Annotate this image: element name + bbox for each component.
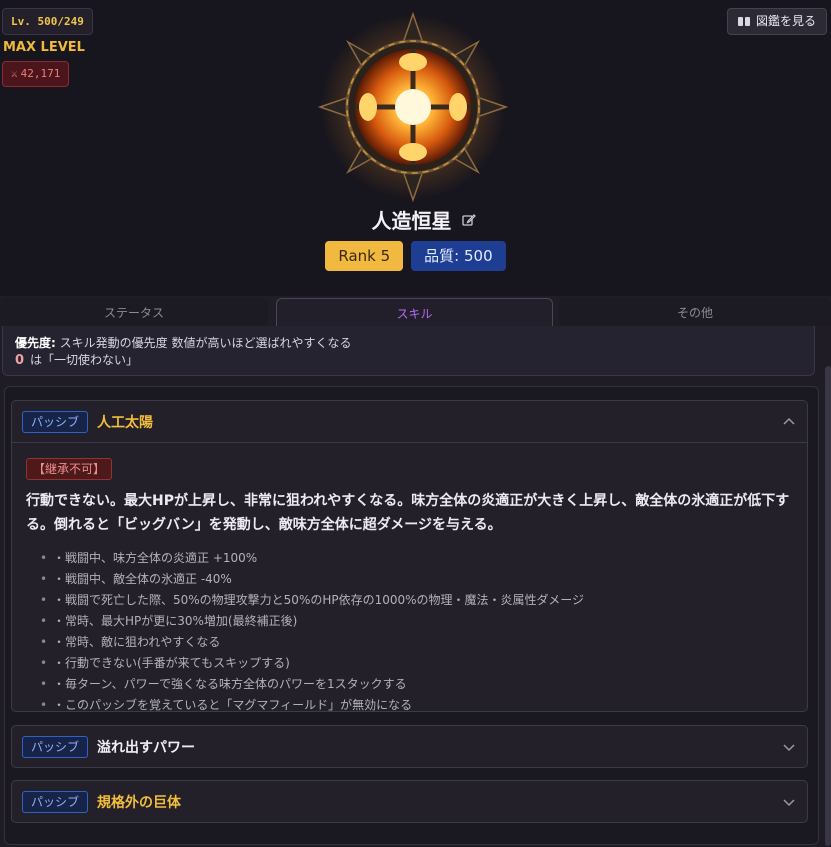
passive-tag: パッシブ <box>22 791 89 813</box>
skill-effect: ・毎ターン、パワーで強くなる味方全体のパワーを1スタックする <box>40 674 795 695</box>
skill-header[interactable]: パッシブ 人工太陽 <box>12 401 807 443</box>
tab-skill[interactable]: スキル <box>276 298 553 326</box>
skill-item-giant-body[interactable]: パッシブ 規格外の巨体 <box>11 780 808 823</box>
character-name: 人造恒星 <box>371 209 452 233</box>
skill-description: 行動できない。最大HPが上昇し、非常に狙われやすくなる。味方全体の炎適正が大きく… <box>26 493 790 533</box>
tab-status[interactable]: ステータス <box>0 298 268 326</box>
skill-header[interactable]: パッシブ 規格外の巨体 <box>12 781 807 823</box>
not-inheritable-tag: 【継承不可】 <box>26 458 113 480</box>
skill-tab-content: 優先度: スキル発動の優先度 数値が高いほど選ばれやすくなる 0 は「一切使わない… <box>0 326 831 847</box>
skill-name: 規格外の巨体 <box>97 795 182 811</box>
skill-body: 【継承不可】 行動できない。最大HPが上昇し、非常に狙われやすくなる。味方全体の… <box>12 443 807 716</box>
priority-zero: 0 <box>15 353 25 368</box>
skill-effect: ・戦闘中、敵全体の氷適正 -40% <box>40 569 795 590</box>
skill-item-artificial-sun: パッシブ 人工太陽 【継承不可】 行動できない。最大HPが上昇し、非常に狙われや… <box>11 400 808 716</box>
skill-effect: ・常時、敵に狙われやすくなる <box>40 632 795 653</box>
character-name-row: 人造恒星 <box>0 205 831 234</box>
skill-effect: ・このパッシブを覚えていると「マグマフィールド」が無効になる <box>40 695 795 716</box>
chevron-down-icon[interactable] <box>783 796 795 808</box>
rank-badge: Rank 5 <box>325 241 404 271</box>
skill-effect: ・行動できない(手番が来てもスキップする) <box>40 653 795 674</box>
chevron-down-icon[interactable] <box>783 741 795 753</box>
edit-icon[interactable] <box>461 213 476 227</box>
scrollbar[interactable] <box>825 326 831 847</box>
chevron-up-icon[interactable] <box>783 416 795 428</box>
priority-zero-text: は「一切使わない」 <box>30 353 139 367</box>
tab-other[interactable]: その他 <box>559 298 831 326</box>
book-icon <box>737 17 750 26</box>
priority-label: 優先度: <box>15 336 56 350</box>
tab-bar: ステータス スキル その他 <box>0 296 831 326</box>
skill-effects: ・戦闘中、味方全体の炎適正 +100% ・戦闘中、敵全体の氷適正 -40% ・戦… <box>26 548 795 716</box>
power-badge: ⚔ 42,171 <box>2 61 70 87</box>
scrollbar-thumb[interactable] <box>825 366 831 846</box>
skill-list: パッシブ 人工太陽 【継承不可】 行動できない。最大HPが上昇し、非常に狙われや… <box>4 386 819 845</box>
view-encyclopedia-button[interactable]: 図鑑を見る <box>726 8 827 35</box>
skill-name: 人工太陽 <box>97 414 154 431</box>
skill-effect: ・戦闘で死亡した際、50%の物理攻撃力と50%のHP依存の1000%の物理・魔法… <box>40 590 795 611</box>
skill-header[interactable]: パッシブ 溢れ出すパワー <box>12 726 807 768</box>
passive-tag: パッシブ <box>22 736 89 758</box>
priority-text: スキル発動の優先度 数値が高いほど選ばれやすくなる <box>59 336 352 350</box>
view-encyclopedia-label: 図鑑を見る <box>755 14 816 28</box>
artificial-star-image <box>318 12 508 202</box>
quality-badge: 品質: 500 <box>411 241 506 271</box>
skill-effect: ・常時、最大HPが更に30%増加(最終補正後) <box>40 611 795 632</box>
level-badge: Lv. 500/249 <box>2 8 93 35</box>
crossed-swords-icon: ⚔ <box>11 67 18 80</box>
power-value: 42,171 <box>20 67 61 80</box>
priority-note: 優先度: スキル発動の優先度 数値が高いほど選ばれやすくなる 0 は「一切使わない… <box>2 326 815 376</box>
rank-quality-badges: Rank 5 品質: 500 <box>0 241 831 271</box>
skill-name: 溢れ出すパワー <box>97 740 196 756</box>
passive-tag: パッシブ <box>22 410 89 433</box>
character-header: Lv. 500/249 MAX LEVEL ⚔ 42,171 図鑑を見る 人造恒… <box>0 0 831 296</box>
max-level-label: MAX LEVEL <box>3 40 85 55</box>
skill-effect: ・戦闘中、味方全体の炎適正 +100% <box>40 548 795 569</box>
skill-item-overflowing-power[interactable]: パッシブ 溢れ出すパワー <box>11 725 808 768</box>
